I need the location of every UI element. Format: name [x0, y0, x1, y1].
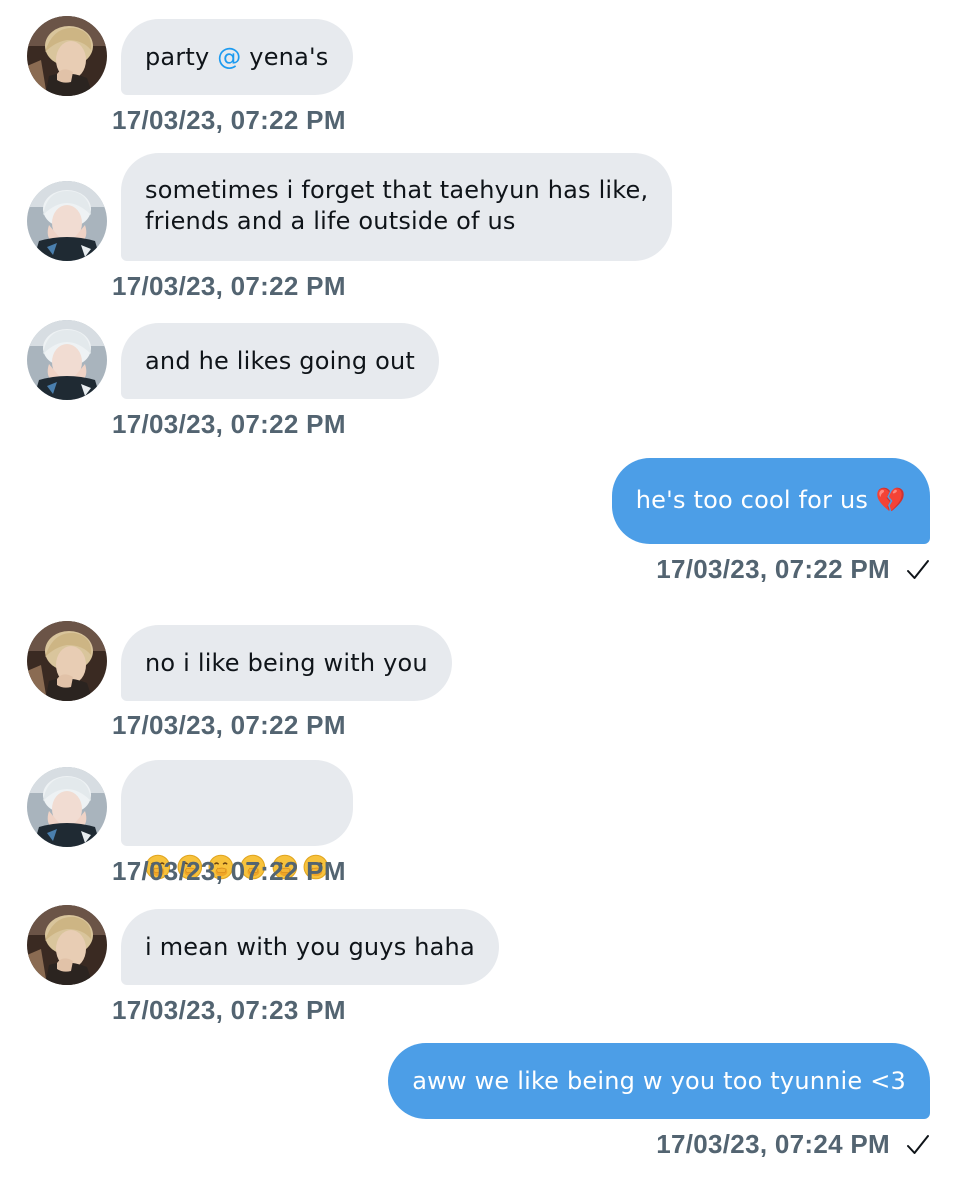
message-text: yena's — [241, 43, 329, 71]
message-timestamp: 17/03/23, 07:22 PM — [112, 105, 346, 135]
message-bubble-incoming[interactable] — [121, 760, 353, 846]
avatar-photo-blonde-icon — [27, 905, 107, 985]
avatar-blonde[interactable] — [27, 905, 107, 985]
message-timestamp: 17/03/23, 07:22 PM — [656, 554, 890, 584]
avatar-silver[interactable] — [27, 181, 107, 261]
avatar-photo-blonde-icon — [27, 16, 107, 96]
message-meta-outgoing: 17/03/23, 07:24 PM — [656, 1129, 930, 1160]
message-timestamp: 17/03/23, 07:22 PM — [112, 409, 346, 439]
avatar-photo-silver-icon — [27, 320, 107, 400]
avatar-silver[interactable] — [27, 767, 107, 847]
avatar-blonde[interactable] — [27, 16, 107, 96]
message-bubble-incoming[interactable]: and he likes going out — [121, 323, 440, 399]
message-timestamp: 17/03/23, 07:24 PM — [656, 1129, 890, 1159]
message-meta-outgoing: 17/03/23, 07:22 PM — [656, 554, 930, 585]
message-bubble-outgoing[interactable]: aww we like being w you too tyunnie <3 — [388, 1043, 930, 1119]
message-bubble-incoming[interactable]: party @ yena's — [121, 19, 353, 95]
message-text: party — [145, 43, 218, 71]
message-bubble-incoming[interactable]: i mean with you guys haha — [121, 909, 499, 985]
message-timestamp: 17/03/23, 07:22 PM — [112, 710, 346, 740]
avatar-photo-silver-icon — [27, 181, 107, 261]
message-bubble-incoming[interactable]: sometimes i forget that taehyun has like… — [121, 153, 673, 261]
checkmark-icon — [906, 1134, 930, 1156]
message-timestamp: 17/03/23, 07:23 PM — [112, 995, 346, 1025]
avatar-silver[interactable] — [27, 320, 107, 400]
message-timestamp: 17/03/23, 07:22 PM — [112, 856, 346, 886]
avatar-photo-blonde-icon — [27, 621, 107, 701]
avatar-photo-silver-icon — [27, 767, 107, 847]
avatar-blonde[interactable] — [27, 621, 107, 701]
checkmark-icon — [906, 559, 930, 581]
message-timestamp: 17/03/23, 07:22 PM — [112, 271, 346, 301]
message-bubble-incoming[interactable]: no i like being with you — [121, 625, 452, 701]
message-bubble-outgoing[interactable]: he's too cool for us 💔 — [611, 458, 930, 544]
mention-at-sign[interactable]: @ — [217, 43, 241, 71]
